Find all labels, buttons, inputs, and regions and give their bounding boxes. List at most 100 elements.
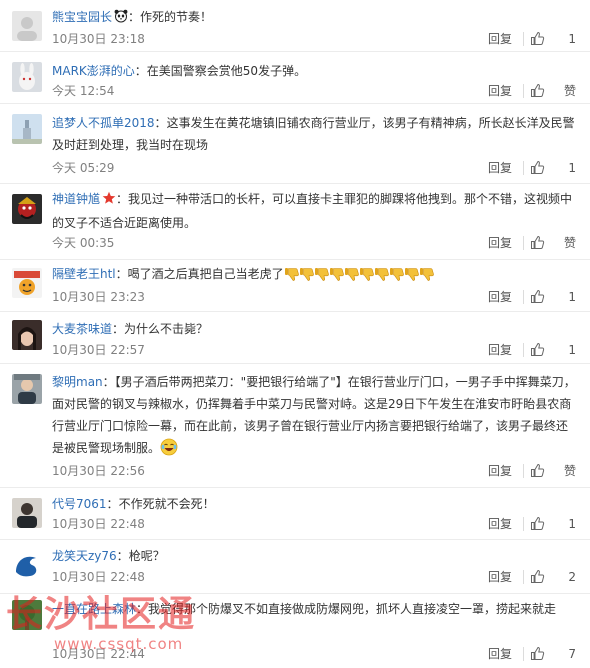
thumbs-down-icon xyxy=(389,266,405,282)
avatar[interactable] xyxy=(12,600,42,630)
divider xyxy=(523,464,524,478)
timestamp: 10月30日 22:48 xyxy=(52,570,145,584)
username-link[interactable]: 龙笑天zy76 xyxy=(52,549,117,563)
username-link[interactable]: 代号7061 xyxy=(52,497,107,511)
comment-text: 不作死就不会死！ xyxy=(118,497,215,511)
reply-button[interactable]: 回复 xyxy=(488,567,512,587)
comment-item: MARK澎湃的心：在美国警察会赏他50发子弹。 今天 12:54 回复 赞 xyxy=(0,52,590,104)
timestamp: 10月30日 22:44 xyxy=(52,647,145,661)
thumbs-up-icon xyxy=(531,160,545,174)
like-count: 1 xyxy=(568,517,576,531)
comment-text: 喝了酒之后真把自己当老虎了 xyxy=(127,267,284,281)
comment-text: 我觉得那个防爆叉不如直接做成防爆网兜，抓坏人直接凌空一罩，捞起来就走 xyxy=(148,602,557,616)
like-count: 1 xyxy=(568,161,576,175)
reply-button[interactable]: 回复 xyxy=(488,158,512,178)
username-link[interactable]: 一直在路上森林 xyxy=(52,602,136,616)
like-count: 赞 xyxy=(563,236,576,250)
reply-button[interactable]: 回复 xyxy=(488,81,512,101)
timestamp: 10月30日 23:23 xyxy=(52,290,145,304)
comment-text: 在美国警察会赏他50发子弹。 xyxy=(146,64,307,78)
comment-text: 我见过一种带活口的长杆，可以直接卡主罪犯的脚踝将他拽到。那个不错，这视频中的叉子… xyxy=(52,192,573,230)
comment-text: 【男子酒后带两把菜刀："要把银行给端了"】在银行营业厅门口，一男子手中挥舞菜刀，… xyxy=(52,375,576,455)
timestamp: 今天 05:29 xyxy=(52,161,115,175)
thumbs-up-icon xyxy=(531,289,545,303)
colon: ： xyxy=(102,375,115,389)
colon: ： xyxy=(136,602,149,616)
comment-meta: 10月30日 22:48 回复 2 xyxy=(52,567,576,587)
colon: ： xyxy=(154,116,167,130)
comment-body: MARK澎湃的心：在美国警察会赏他50发子弹。 xyxy=(52,60,576,82)
thumbs-down-icon xyxy=(329,266,345,282)
avatar[interactable] xyxy=(12,11,42,41)
thumbs-down-icon xyxy=(404,266,420,282)
panda-icon xyxy=(114,8,128,30)
comment-meta: 10月30日 23:23 回复 1 xyxy=(52,287,576,307)
thumbs-down-emoji-group xyxy=(284,266,434,289)
avatar[interactable] xyxy=(12,194,42,224)
red-star-icon xyxy=(102,190,116,212)
avatar[interactable] xyxy=(12,114,42,144)
thumbs-down-icon xyxy=(299,266,315,282)
reply-button[interactable]: 回复 xyxy=(488,287,512,307)
thumbs-down-icon xyxy=(344,266,360,282)
colon: ： xyxy=(134,64,147,78)
comment-meta: 10月30日 22:56 回复 赞 xyxy=(52,461,576,481)
avatar[interactable] xyxy=(12,550,42,580)
thumbs-up-icon xyxy=(531,342,545,356)
comment-body: 黎明man：【男子酒后带两把菜刀："要把银行给端了"】在银行营业厅门口，一男子手… xyxy=(52,371,576,459)
divider xyxy=(523,290,524,304)
thumbs-up-icon xyxy=(531,569,545,583)
username-link[interactable]: 隔壁老王htl xyxy=(52,267,116,281)
comment-body: 追梦人不孤单2018：这事发生在黄花塘镇旧铺农商行营业厅，该男子有精神病，所长赵… xyxy=(52,112,576,156)
timestamp: 10月30日 22:57 xyxy=(52,343,145,357)
thumbs-up-icon xyxy=(531,646,545,660)
username-link[interactable]: 大麦茶味道 xyxy=(52,322,112,336)
timestamp: 今天 12:54 xyxy=(52,84,115,98)
comment-meta: 今天 00:35 回复 赞 xyxy=(52,233,576,253)
divider xyxy=(523,161,524,175)
username-link[interactable]: 神道钟馗 xyxy=(52,192,100,206)
thumbs-down-icon xyxy=(419,266,435,282)
thumbs-down-icon xyxy=(284,266,300,282)
reply-button[interactable]: 回复 xyxy=(488,29,512,49)
comment-body: 神道钟馗 ：我见过一种带活口的长杆，可以直接卡主罪犯的脚踝将他拽到。那个不错，这视… xyxy=(52,188,576,234)
reply-button[interactable]: 回复 xyxy=(488,340,512,360)
comment-body: 龙笑天zy76：枪呢？ xyxy=(52,545,576,567)
username-link[interactable]: 黎明man xyxy=(52,375,103,389)
comment-body: 代号7061：不作死就不会死！ xyxy=(52,493,576,515)
like-count: 1 xyxy=(568,343,576,357)
comment-item: 大麦茶味道：为什么不击毙？ 10月30日 22:57 回复 1 xyxy=(0,312,590,364)
divider xyxy=(523,236,524,250)
thumbs-up-icon xyxy=(531,31,545,45)
comment-body: 熊宝宝园长 ：作死的节奏！ xyxy=(52,6,576,30)
thumbs-down-icon xyxy=(374,266,390,282)
avatar[interactable] xyxy=(12,498,42,528)
reply-button[interactable]: 回复 xyxy=(488,461,512,481)
comment-item: 代号7061：不作死就不会死！ 10月30日 22:48 回复 1 xyxy=(0,488,590,540)
like-count: 2 xyxy=(568,570,576,584)
timestamp: 10月30日 23:18 xyxy=(52,32,145,46)
username-link[interactable]: 追梦人不孤单2018 xyxy=(52,116,155,130)
comment-text: 作死的节奏！ xyxy=(140,10,213,24)
divider xyxy=(523,84,524,98)
comment-meta: 10月30日 23:18 回复 1 xyxy=(52,29,576,49)
comment-body: 一直在路上森林：我觉得那个防爆叉不如直接做成防爆网兜，抓坏人直接凌空一罩，捞起来… xyxy=(52,598,576,620)
reply-button[interactable]: 回复 xyxy=(488,514,512,534)
comment-item: 熊宝宝园长 ：作死的节奏！ 10月30日 23:18 回复 1 xyxy=(0,0,590,52)
username-link[interactable]: 熊宝宝园长 xyxy=(52,10,112,24)
reply-button[interactable]: 回复 xyxy=(488,644,512,664)
username-link[interactable]: MARK澎湃的心 xyxy=(52,64,135,78)
avatar[interactable] xyxy=(12,320,42,350)
laughing-tears-icon xyxy=(160,438,178,456)
thumbs-up-icon xyxy=(531,463,545,477)
avatar[interactable] xyxy=(12,374,42,404)
comment-meta: 10月30日 22:48 回复 1 xyxy=(52,514,576,534)
timestamp: 10月30日 22:48 xyxy=(52,517,145,531)
colon: ： xyxy=(128,10,141,24)
thumbs-down-icon xyxy=(314,266,330,282)
colon: ： xyxy=(115,267,128,281)
avatar[interactable] xyxy=(12,62,42,92)
timestamp: 10月30日 22:56 xyxy=(52,464,145,478)
avatar[interactable] xyxy=(12,268,42,298)
reply-button[interactable]: 回复 xyxy=(488,233,512,253)
